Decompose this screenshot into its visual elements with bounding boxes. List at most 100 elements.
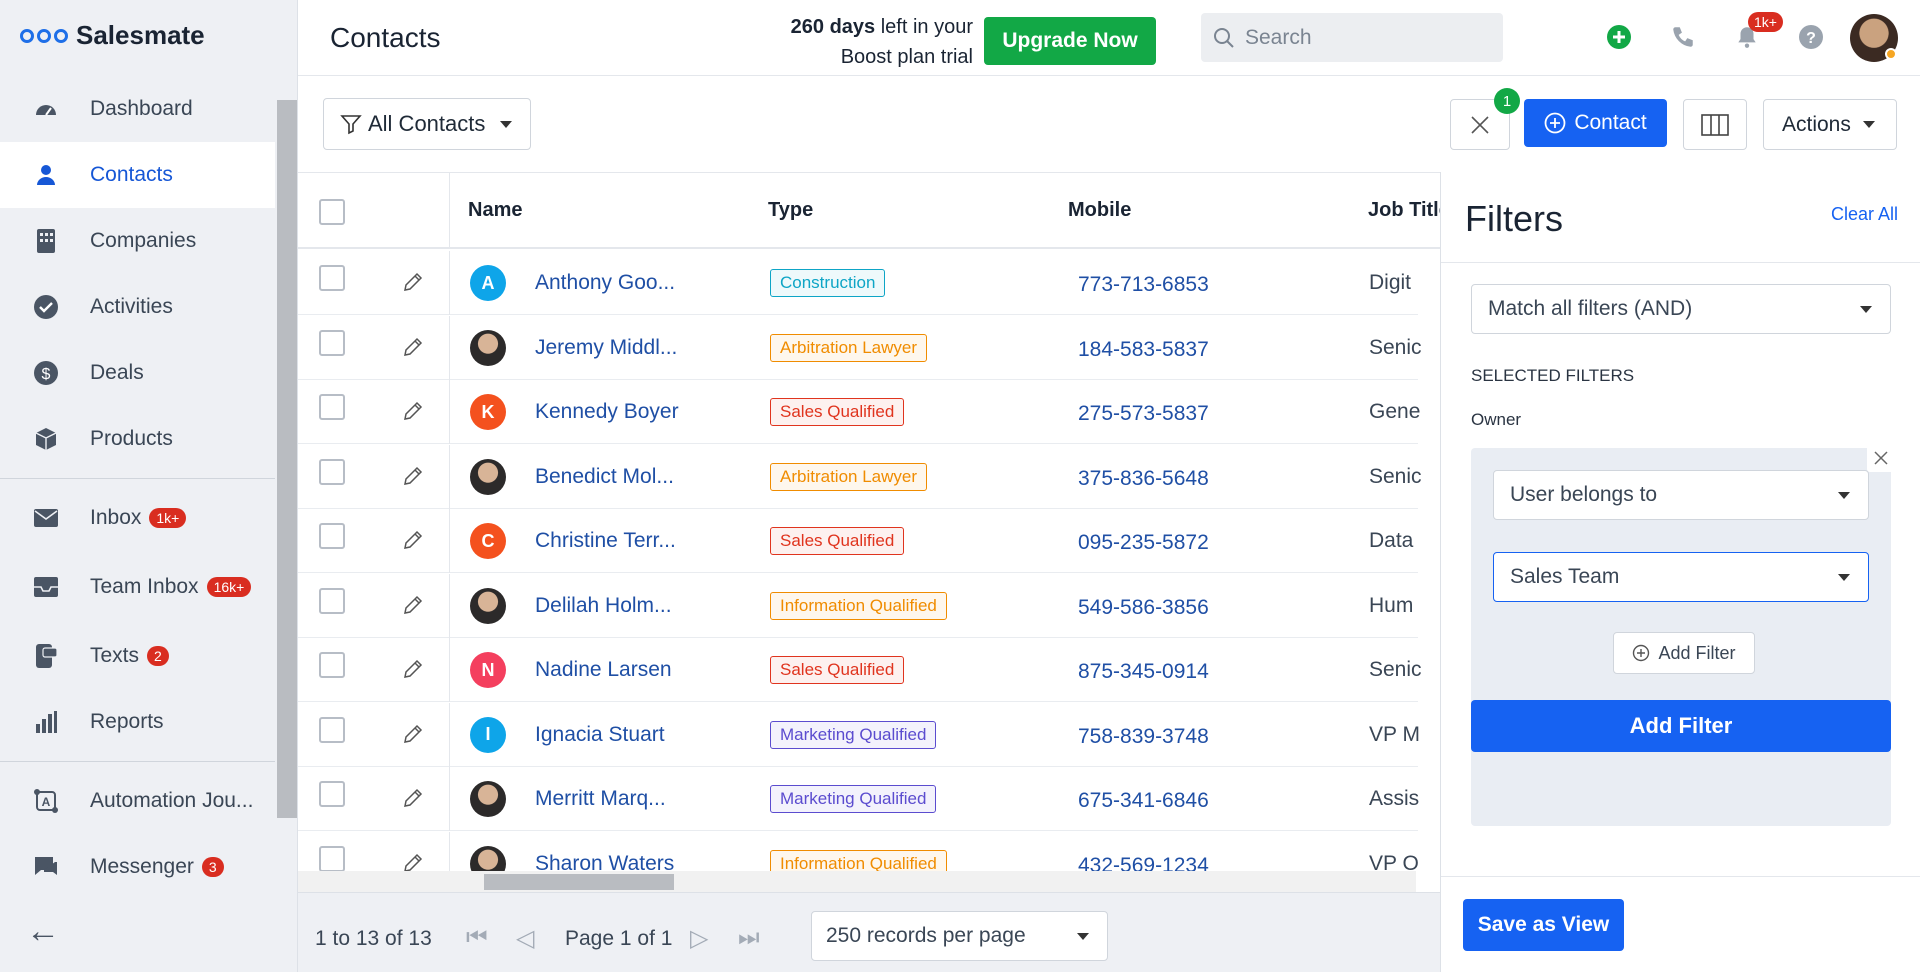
save-as-view-button[interactable]: Save as View	[1463, 899, 1624, 951]
remove-filter-button[interactable]	[1867, 444, 1895, 472]
job-title-cell: Senic	[1369, 658, 1422, 681]
sidebar-item-contacts[interactable]: Contacts	[0, 142, 275, 208]
phone-icon[interactable]	[1664, 18, 1702, 56]
mobile-link[interactable]: 375-836-5648	[1078, 467, 1209, 491]
mobile-link[interactable]: 875-345-0914	[1078, 660, 1209, 684]
column-header-name[interactable]: Name	[468, 199, 522, 222]
contact-name-link[interactable]: Christine Terr...	[535, 529, 676, 553]
actions-dropdown[interactable]: Actions	[1763, 99, 1897, 150]
grid-horizontal-scrollbar[interactable]	[458, 871, 1416, 892]
search-box[interactable]: Search	[1201, 13, 1503, 62]
contact-name-link[interactable]: Ignacia Stuart	[535, 723, 665, 747]
table-row[interactable]: C Christine Terr... Sales Qualified 095-235…	[298, 509, 1418, 573]
sidebar-item-automation-jou[interactable]: A Automation Jou...	[0, 768, 275, 834]
pencil-icon[interactable]	[402, 723, 424, 745]
filter-operator-select[interactable]: User belongs to	[1493, 470, 1869, 520]
job-title-cell: Gene	[1369, 400, 1421, 423]
table-row[interactable]: Jeremy Middl... Arbitration Lawyer 184-583…	[298, 315, 1422, 380]
sidebar-item-companies[interactable]: Companies	[0, 208, 275, 274]
row-checkbox[interactable]	[319, 587, 345, 614]
row-checkbox[interactable]	[319, 458, 345, 485]
brand-logo[interactable]: Salesmate	[20, 20, 205, 51]
mobile-link[interactable]: 773-713-6853	[1078, 273, 1209, 297]
add-filter-condition-button[interactable]: Add Filter	[1613, 632, 1755, 674]
sidebar-item-inbox[interactable]: Inbox 1k+	[0, 485, 275, 551]
row-checkbox[interactable]	[319, 716, 345, 743]
column-header-job-title[interactable]: Job Title	[1368, 199, 1440, 222]
row-checkbox[interactable]	[319, 329, 345, 356]
table-row[interactable]: K Kennedy Boyer Sales Qualified 275-573-583…	[298, 380, 1421, 444]
contact-name-link[interactable]: Jeremy Middl...	[535, 336, 677, 360]
columns-button[interactable]	[1683, 99, 1747, 150]
row-checkbox[interactable]	[319, 652, 345, 678]
sidebar-item-deals[interactable]: $ Deals	[0, 340, 275, 406]
table-row[interactable]: I Ignacia Stuart Marketing Qualified 758-83…	[298, 702, 1420, 767]
mobile-link[interactable]: 184-583-5837	[1078, 338, 1209, 362]
table-row[interactable]: A Anthony Goo... Construction 773-713-6853 D…	[298, 251, 1418, 315]
search-input[interactable]: Search	[1245, 26, 1312, 50]
column-header-type[interactable]: Type	[768, 199, 813, 222]
add-filter-button[interactable]: Add Filter	[1471, 700, 1891, 752]
upgrade-now-button[interactable]: Upgrade Now	[984, 17, 1156, 65]
sidebar-item-activities[interactable]: Activities	[0, 274, 275, 340]
contact-name-link[interactable]: Kennedy Boyer	[535, 400, 679, 424]
sidebar-item-team-inbox[interactable]: Team Inbox 16k+	[0, 551, 275, 623]
table-row[interactable]: Delilah Holm... Information Qualified 549-…	[298, 573, 1418, 638]
row-checkbox[interactable]	[319, 394, 345, 420]
next-page-icon[interactable]: ▷	[690, 924, 708, 953]
table-row[interactable]: Merritt Marq... Marketing Qualified 675-34…	[298, 767, 1419, 831]
type-tag: Arbitration Lawyer	[770, 462, 928, 491]
dollar-icon: $	[32, 359, 60, 387]
contact-name-link[interactable]: Delilah Holm...	[535, 594, 672, 618]
match-mode-select[interactable]: Match all filters (AND)	[1471, 284, 1891, 334]
mobile-link[interactable]: 549-586-3856	[1078, 596, 1209, 620]
arrow-left-icon[interactable]: ←	[26, 912, 60, 951]
grid-pinned-scrollbar[interactable]	[298, 871, 458, 892]
sidebar-scrollbar[interactable]	[277, 78, 297, 878]
user-avatar[interactable]	[1850, 14, 1898, 62]
bell-icon[interactable]: 1k+	[1728, 12, 1783, 56]
first-page-icon[interactable]: ⏮	[466, 924, 488, 952]
mobile-link[interactable]: 758-839-3748	[1078, 725, 1209, 749]
type-tag: Sales Qualified	[770, 398, 905, 426]
records-per-page-select[interactable]: 250 records per page	[811, 911, 1108, 961]
view-selector[interactable]: All Contacts	[323, 98, 531, 150]
help-icon[interactable]: ?	[1792, 18, 1830, 56]
contact-name-link[interactable]: Merritt Marq...	[535, 787, 666, 811]
pencil-icon[interactable]	[402, 465, 424, 487]
pencil-icon[interactable]	[402, 787, 424, 809]
pencil-icon[interactable]	[402, 400, 424, 422]
row-checkbox[interactable]	[319, 265, 345, 291]
sidebar-item-messenger[interactable]: Messenger 3	[0, 834, 275, 900]
row-checkbox[interactable]	[319, 781, 345, 807]
pencil-icon[interactable]	[402, 336, 424, 358]
add-contact-button[interactable]: Contact	[1524, 99, 1667, 147]
table-row[interactable]: N Nadine Larsen Sales Qualified 875-345-091…	[298, 638, 1422, 702]
prev-page-icon[interactable]: ◁	[516, 924, 534, 953]
sidebar-item-reports[interactable]: Reports	[0, 689, 275, 755]
mail-icon	[32, 504, 60, 532]
sidebar-item-dashboard[interactable]: Dashboard	[0, 76, 275, 142]
sidebar-item-products[interactable]: Products	[0, 406, 275, 472]
contact-name-link[interactable]: Anthony Goo...	[535, 271, 675, 295]
clear-all-link[interactable]: Clear All	[1831, 204, 1898, 225]
pencil-icon[interactable]	[402, 594, 424, 616]
sidebar-item-texts[interactable]: Texts 2	[0, 623, 275, 689]
pencil-icon[interactable]	[402, 658, 424, 680]
plus-circle-icon	[1544, 112, 1566, 134]
filter-value-select[interactable]: Sales Team	[1493, 552, 1869, 602]
add-plus-icon[interactable]	[1600, 18, 1638, 56]
mobile-link[interactable]: 675-341-6846	[1078, 789, 1209, 813]
last-page-icon[interactable]: ⏭	[738, 924, 760, 952]
table-row[interactable]: Benedict Mol... Arbitration Lawyer 375-836…	[298, 444, 1422, 509]
row-checkbox[interactable]	[319, 523, 345, 549]
column-header-mobile[interactable]: Mobile	[1068, 199, 1131, 222]
mobile-link[interactable]: 095-235-5872	[1078, 531, 1209, 555]
pencil-icon[interactable]	[402, 529, 424, 551]
contact-name-link[interactable]: Nadine Larsen	[535, 658, 672, 682]
contact-name-link[interactable]: Benedict Mol...	[535, 465, 674, 489]
pencil-icon[interactable]	[402, 271, 424, 293]
mobile-link[interactable]: 275-573-5837	[1078, 402, 1209, 426]
row-checkbox[interactable]	[319, 845, 345, 872]
select-all-checkbox[interactable]	[319, 199, 345, 225]
